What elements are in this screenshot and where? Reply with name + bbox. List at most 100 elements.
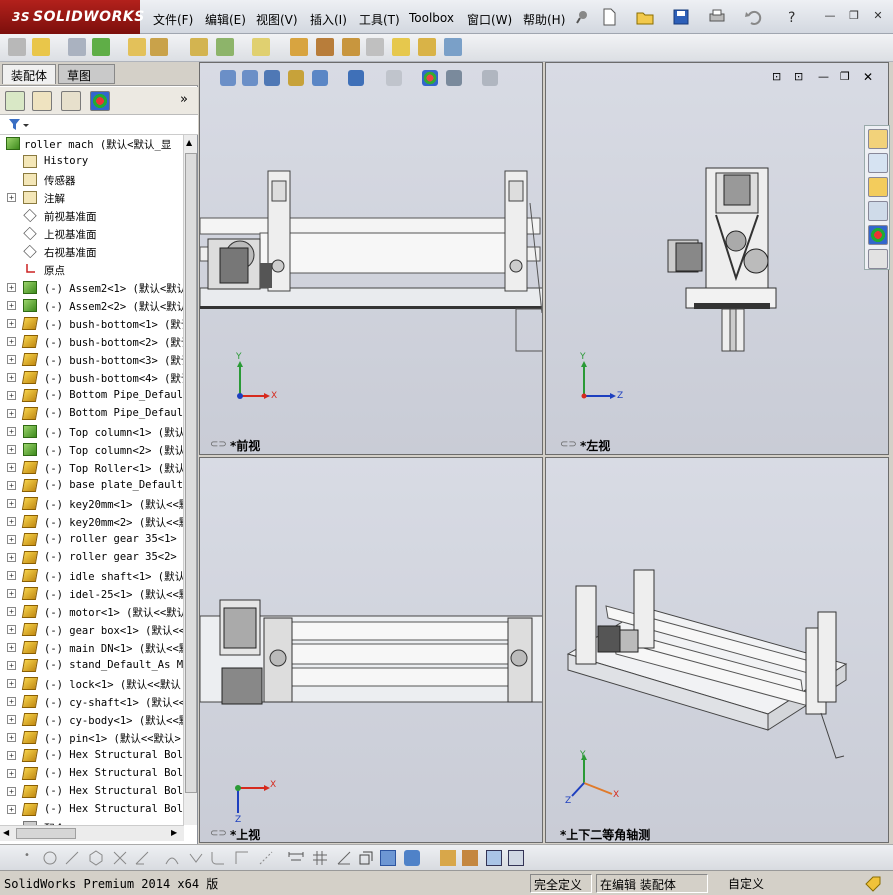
expand-icon[interactable]: + [7,751,16,760]
display-manager-icon[interactable] [90,91,110,111]
circle-icon[interactable] [42,850,58,866]
undo-icon[interactable] [744,7,762,27]
viewport-close-icon[interactable]: ✕ [863,70,873,84]
tree-item[interactable]: 前视基准面 [0,207,184,225]
expand-icon[interactable]: + [7,283,16,292]
previous-view-icon[interactable] [264,70,280,86]
menu-tools[interactable]: 工具(T) [359,11,400,28]
view-cube-icon[interactable] [404,850,420,866]
tree-item[interactable]: + (-) Assem2<1> (默认<默认 [0,279,184,297]
smart-fasteners-icon[interactable] [128,38,146,56]
update-speedpak-icon[interactable] [418,38,436,56]
tree-item[interactable]: 传感器 [0,171,184,189]
tree-item[interactable]: + (-) roller gear 35<1> ( [0,531,184,549]
take-snapshot-icon[interactable] [444,38,462,56]
assembly-features-icon[interactable] [216,38,234,56]
expand-icon[interactable]: + [7,355,16,364]
mate-icon[interactable] [68,38,86,56]
new-document-icon[interactable] [600,7,618,27]
exploded-view-icon[interactable] [342,38,360,56]
dimension-icon[interactable] [288,850,304,866]
tab-sketch[interactable]: 草图 [58,64,115,84]
pin-icon[interactable] [574,7,592,27]
tree-item[interactable]: 原点 [0,261,184,279]
tree-item[interactable]: History [0,153,184,171]
minimize-icon[interactable]: — [822,9,838,23]
instant2d-icon[interactable] [462,850,478,866]
tree-item[interactable]: + (-) Top Roller<1> (默认 [0,459,184,477]
move-component-icon[interactable] [150,38,168,56]
expand-icon[interactable]: + [7,571,16,580]
tile-horizontal-icon[interactable]: ⊡ [772,70,781,83]
fillet-icon[interactable] [210,850,226,866]
units-status[interactable]: 自定义 [712,874,862,893]
tree-item[interactable]: + (-) Top column<2> (默认 [0,441,184,459]
display-style-icon[interactable] [348,70,364,86]
expand-icon[interactable]: + [7,301,16,310]
mirror-icon[interactable] [188,850,204,866]
view-link-icon[interactable]: ⊂⊃ [210,439,227,450]
tree-item[interactable]: + (-) bush-bottom<4> (默认 [0,369,184,387]
viewport-minimize-icon[interactable]: — [818,70,829,83]
expand-icon[interactable]: + [7,661,16,670]
close-icon[interactable]: ✕ [870,9,886,23]
expand-icon[interactable]: + [7,481,16,490]
home-icon[interactable] [868,129,888,149]
help-icon[interactable]: ? [784,7,802,27]
expand-icon[interactable]: + [7,499,16,508]
scroll-thumb[interactable] [185,153,197,793]
appearances-icon[interactable] [868,225,888,245]
tree-item[interactable]: + 注解 [0,189,184,207]
tree-item[interactable]: + (-) key20mm<1> (默认<<默 [0,495,184,513]
construction-icon[interactable] [258,850,274,866]
expand-icon[interactable]: + [7,373,16,382]
expand-icon[interactable]: + [7,517,16,526]
tree-item[interactable]: + (-) Hex Structural Bolt [0,783,184,801]
open-folder-icon[interactable] [636,7,654,27]
viewport-isometric[interactable]: Y X Z *上下二等角轴测 [545,457,889,843]
tree-item[interactable]: 上视基准面 [0,225,184,243]
viewport-left[interactable]: Y Z ⊂⊃ *左视 [545,62,889,455]
viewport-front[interactable]: Y X ⊂⊃ *前视 [199,62,543,455]
menu-view[interactable]: 视图(V) [256,11,298,28]
expand-icon[interactable]: + [7,607,16,616]
tree-item[interactable]: + (-) roller gear 35<2> ( [0,549,184,567]
tree-item[interactable]: + (-) gear box<1> (默认<< [0,621,184,639]
tree-item[interactable]: + (-) idle shaft<1> (默认 [0,567,184,585]
expand-icon[interactable]: + [7,679,16,688]
tree-item[interactable]: + (-) Top column<1> (默认 [0,423,184,441]
section-view-icon[interactable] [288,70,304,86]
expand-icon[interactable]: + [7,463,16,472]
tree-item[interactable]: + (-) Bottom Pipe_Default [0,405,184,423]
menu-insert[interactable]: 插入(I) [310,11,347,28]
tile-vertical-icon[interactable]: ⊡ [794,70,803,83]
expand-icon[interactable]: + [7,391,16,400]
tree-item[interactable]: + (-) idel-25<1> (默认<<默 [0,585,184,603]
expand-icon[interactable]: + [7,193,16,202]
viewport-restore-icon[interactable]: ❐ [840,70,850,83]
edit-appearance-icon[interactable] [422,70,438,86]
tree-item[interactable]: + (-) cy-body<1> (默认<<默 [0,711,184,729]
tree-root-assembly[interactable]: roller mach (默认<默认_显 [0,135,184,153]
h-scroll-thumb[interactable] [16,828,76,839]
expand-icon[interactable]: + [7,697,16,706]
expand-icon[interactable]: + [7,643,16,652]
expand-icon[interactable]: + [7,409,16,418]
menu-window[interactable]: 窗口(W) [467,11,512,28]
tree-item[interactable]: + (-) base plate_Default_ [0,477,184,495]
linear-pattern-icon[interactable] [92,38,110,56]
tree-item[interactable]: + (-) Bottom Pipe_Default [0,387,184,405]
expand-icon[interactable]: + [7,625,16,634]
reference-geometry-icon[interactable] [252,38,270,56]
tree-item[interactable]: + (-) bush-bottom<1> (默认 [0,315,184,333]
point-icon[interactable]: • [24,850,40,866]
property-manager-icon[interactable] [32,91,52,111]
polygon-icon[interactable] [88,850,104,866]
scroll-right-icon[interactable]: ▶ [171,828,177,837]
menu-file[interactable]: 文件(F) [153,11,193,28]
file-explorer-icon[interactable] [868,177,888,197]
expand-icon[interactable]: + [7,535,16,544]
expand-icon[interactable]: + [7,769,16,778]
configuration-manager-icon[interactable] [61,91,81,111]
view-link-icon[interactable]: ⊂⊃ [560,439,577,450]
